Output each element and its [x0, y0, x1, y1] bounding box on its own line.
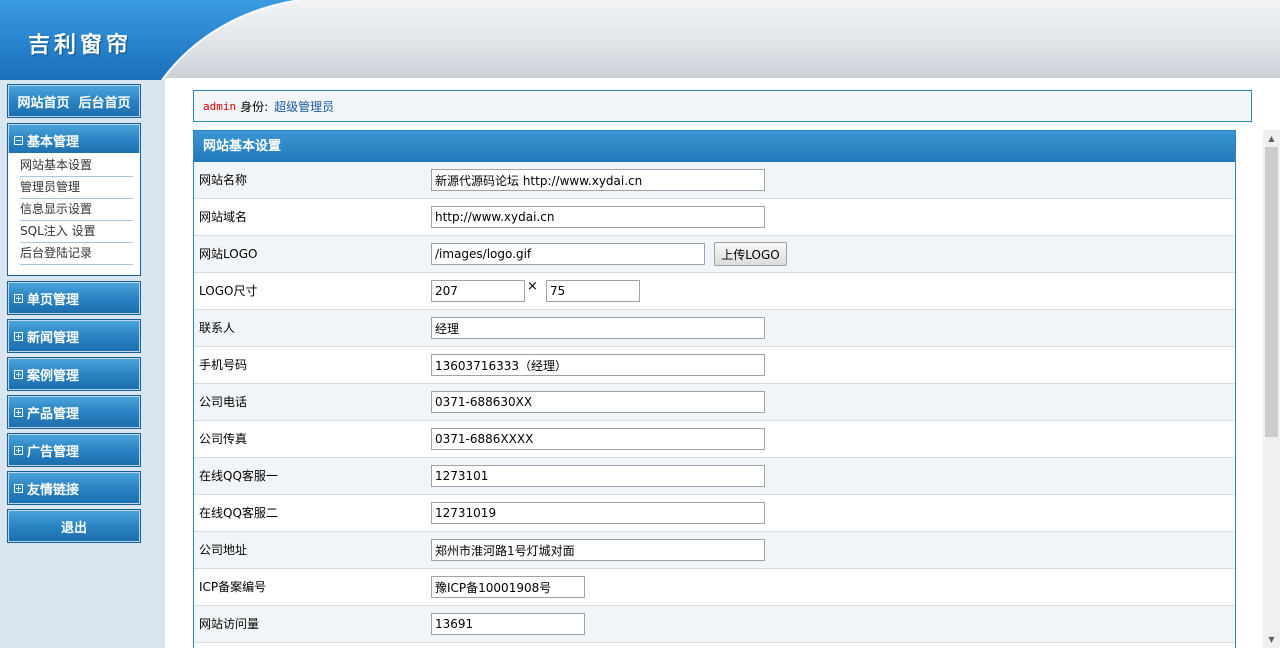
- header-divider: [165, 78, 1280, 80]
- qq2-input[interactable]: [431, 502, 765, 524]
- basic-submenu: 网站基本设置 管理员管理 信息显示设置 SQL注入 设置 后台登陆记录: [7, 153, 141, 276]
- user-info-bar: admin 身份: 超级管理员: [193, 90, 1252, 122]
- header: 吉利窗帘: [0, 0, 1280, 80]
- role-value: 超级管理员: [274, 99, 335, 114]
- sidebar-item-login-log[interactable]: 后台登陆记录: [20, 243, 133, 265]
- sidebar-item-display-settings[interactable]: 信息显示设置: [20, 199, 133, 221]
- qq1-input[interactable]: [431, 465, 765, 487]
- form-row: 公司电话: [194, 384, 1235, 421]
- sidebar-group-label: 产品管理: [27, 406, 80, 422]
- contact-input[interactable]: [431, 317, 765, 339]
- field-label: 网站LOGO: [199, 247, 258, 261]
- sidebar-group-label: 新闻管理: [27, 330, 80, 346]
- logo-width-input[interactable]: [431, 280, 525, 302]
- scroll-down-icon[interactable]: ▼: [1263, 631, 1280, 648]
- field-label: 在线QQ客服二: [199, 506, 278, 520]
- form-row: ICP备案编号: [194, 569, 1235, 606]
- top-nav-label: 网站首页 后台首页: [17, 95, 131, 111]
- form-row: 网站访问量: [194, 606, 1235, 643]
- field-label: 网站访问量: [199, 617, 260, 631]
- times-sign: ×: [527, 279, 538, 294]
- plus-box-icon: [14, 407, 23, 417]
- minus-box-icon: [14, 135, 23, 145]
- plus-box-icon: [14, 293, 23, 303]
- site-settings-panel: 网站基本设置 网站名称 网站域名 网站LOGO 上传LOGO LOGO尺寸 × …: [193, 130, 1236, 648]
- plus-box-icon: [14, 483, 23, 493]
- sidebar-item-site-settings[interactable]: 网站基本设置: [20, 155, 133, 177]
- field-label: 在线QQ客服一: [199, 469, 278, 483]
- logout-label: 退出: [60, 520, 87, 536]
- field-label: LOGO尺寸: [199, 284, 258, 298]
- address-input[interactable]: [431, 539, 765, 561]
- form-row: 在线QQ客服二: [194, 495, 1235, 532]
- visits-input[interactable]: [431, 613, 585, 635]
- scroll-up-icon[interactable]: ▲: [1263, 130, 1280, 147]
- field-label: 网站域名: [199, 210, 248, 224]
- form-row: LOGO尺寸 ×: [194, 273, 1235, 310]
- icp-input[interactable]: [431, 576, 585, 598]
- sidebar-item-admin-manage[interactable]: 管理员管理: [20, 177, 133, 199]
- logo-height-input[interactable]: [546, 280, 640, 302]
- form-row: 网站LOGO 上传LOGO: [194, 236, 1235, 273]
- form-row: 公司地址: [194, 532, 1235, 569]
- form-row: 在线QQ客服一: [194, 458, 1235, 495]
- field-label: 公司地址: [199, 543, 248, 557]
- field-label: 网站名称: [199, 173, 248, 187]
- sidebar-group-links[interactable]: 友情链接: [7, 471, 141, 505]
- sidebar-group-label: 单页管理: [27, 292, 80, 308]
- top-nav-button[interactable]: 网站首页 后台首页: [7, 84, 141, 118]
- field-label: ICP备案编号: [199, 580, 267, 594]
- form-row: 公司传真: [194, 421, 1235, 458]
- plus-box-icon: [14, 445, 23, 455]
- field-label: 公司传真: [199, 432, 248, 446]
- sidebar-group-label: 案例管理: [27, 368, 80, 384]
- form-row: 联系人: [194, 310, 1235, 347]
- field-label: 联系人: [199, 321, 236, 335]
- sidebar-group-pages[interactable]: 单页管理: [7, 281, 141, 315]
- role-label: 身份:: [240, 99, 269, 114]
- upload-logo-button[interactable]: 上传LOGO: [714, 242, 787, 266]
- sidebar-group-cases[interactable]: 案例管理: [7, 357, 141, 391]
- form-row: 网站域名: [194, 199, 1235, 236]
- logout-button[interactable]: 退出: [7, 509, 141, 543]
- sidebar-group-news[interactable]: 新闻管理: [7, 319, 141, 353]
- username: admin: [203, 99, 237, 113]
- sidebar-item-sql-settings[interactable]: SQL注入 设置: [20, 221, 133, 243]
- sidebar-group-label: 基本管理: [27, 134, 80, 150]
- plus-box-icon: [14, 331, 23, 341]
- sidebar-group-products[interactable]: 产品管理: [7, 395, 141, 429]
- scroll-thumb[interactable]: [1265, 147, 1278, 437]
- form-row: 手机号码: [194, 347, 1235, 384]
- form-row: 网站名称: [194, 162, 1235, 199]
- plus-box-icon: [14, 369, 23, 379]
- sidebar-group-basic[interactable]: 基本管理: [7, 123, 141, 157]
- mobile-input[interactable]: [431, 354, 765, 376]
- panel-title: 网站基本设置: [194, 131, 1235, 162]
- site-name-input[interactable]: [431, 169, 765, 191]
- phone-input[interactable]: [431, 391, 765, 413]
- sidebar-group-label: 友情链接: [27, 482, 80, 498]
- site-domain-input[interactable]: [431, 206, 765, 228]
- field-label: 手机号码: [199, 358, 248, 372]
- sidebar-group-ads[interactable]: 广告管理: [7, 433, 141, 467]
- field-label: 公司电话: [199, 395, 248, 409]
- site-logo[interactable]: 吉利窗帘: [28, 27, 132, 59]
- vertical-scrollbar[interactable]: ▲ ▼: [1263, 130, 1280, 648]
- fax-input[interactable]: [431, 428, 765, 450]
- sidebar-group-label: 广告管理: [27, 444, 80, 460]
- site-logo-input[interactable]: [431, 243, 705, 265]
